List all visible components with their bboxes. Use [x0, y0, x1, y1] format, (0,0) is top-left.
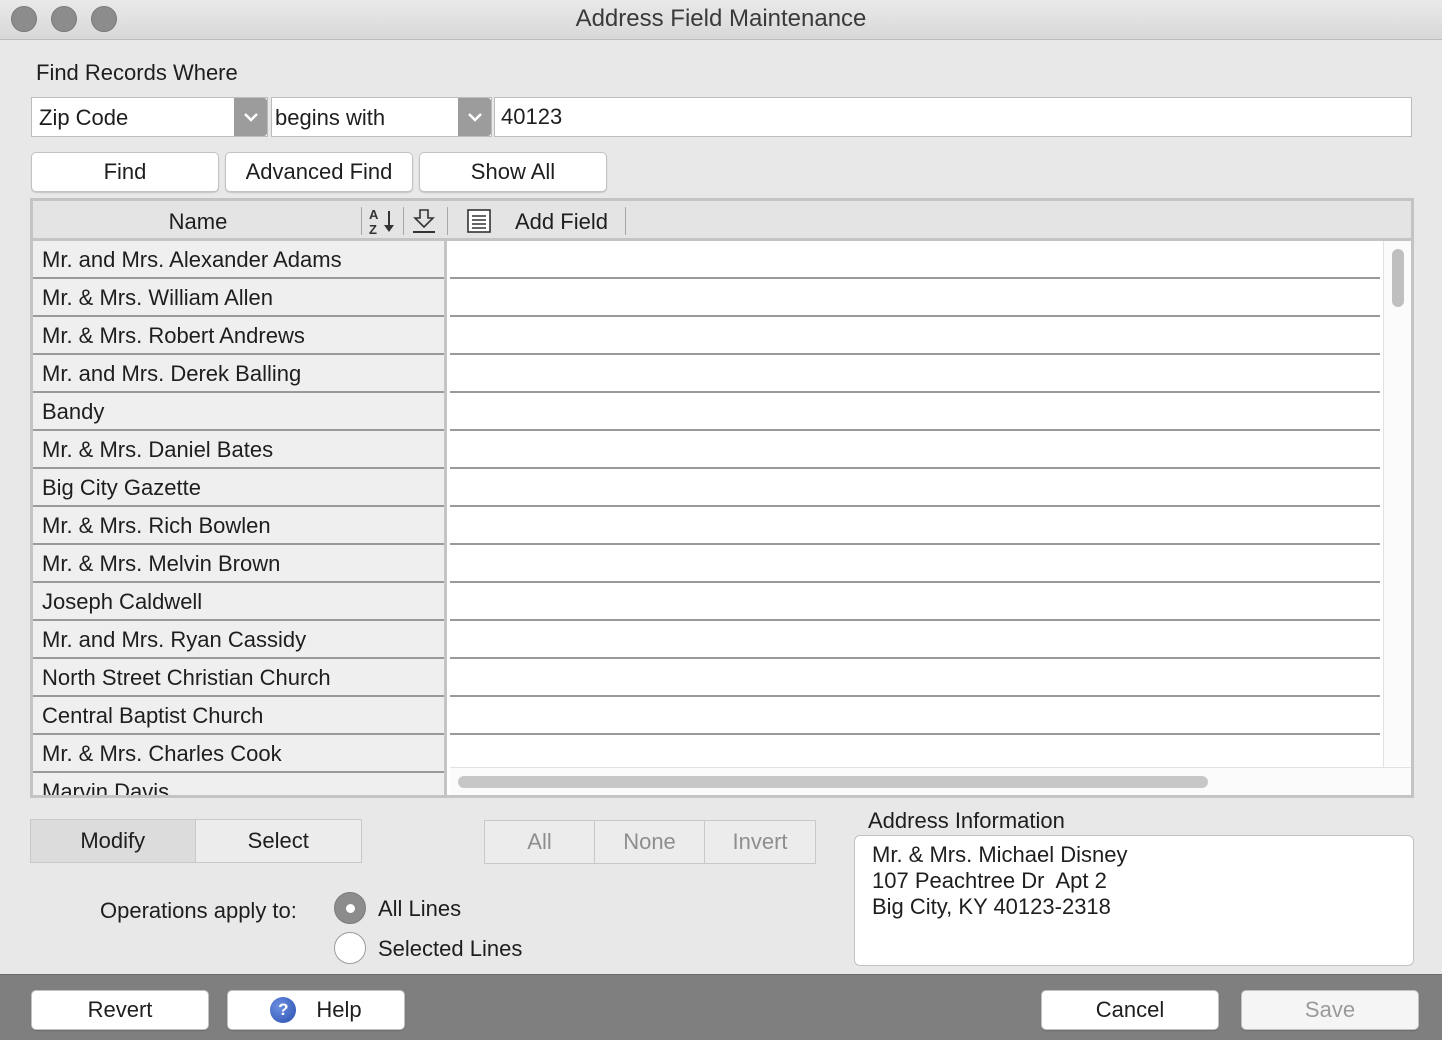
table-row[interactable]: Bandy	[33, 393, 444, 431]
address-heading: Address Information	[868, 808, 1065, 833]
header-separator	[403, 207, 404, 235]
table-row[interactable]: Mr. & Mrs. William Allen	[33, 279, 444, 317]
data-cell[interactable]	[450, 317, 1380, 355]
selection-segmented-control: All None Invert	[484, 820, 816, 864]
data-cell[interactable]	[450, 583, 1380, 621]
search-value-input[interactable]	[494, 97, 1412, 137]
advanced-find-button[interactable]: Advanced Find	[225, 152, 413, 192]
all-lines-label[interactable]: All Lines	[378, 896, 461, 922]
data-cell[interactable]	[450, 659, 1380, 697]
all-lines-radio[interactable]	[334, 892, 366, 924]
data-cell[interactable]	[450, 469, 1380, 507]
select-segment[interactable]: Select	[196, 820, 362, 862]
header-separator	[447, 207, 448, 235]
grid-header: Name A Z Add Field	[33, 201, 1411, 241]
add-field-header[interactable]: Add Field	[515, 209, 608, 235]
table-row[interactable]: Mr. & Mrs. Melvin Brown	[33, 545, 444, 583]
select-none-segment[interactable]: None	[595, 821, 705, 863]
chevron-down-icon	[234, 98, 267, 136]
selected-lines-radio[interactable]	[334, 932, 366, 964]
mode-segmented-control: Modify Select	[30, 819, 362, 863]
table-row[interactable]: Mr. & Mrs. Charles Cook	[33, 735, 444, 773]
data-cell[interactable]	[450, 393, 1380, 431]
vertical-scroll-thumb[interactable]	[1392, 249, 1404, 307]
svg-text:A: A	[369, 207, 379, 222]
sort-az-icon[interactable]: A Z	[367, 205, 399, 243]
table-row[interactable]: Mr. and Mrs. Ryan Cassidy	[33, 621, 444, 659]
data-cell[interactable]	[450, 621, 1380, 659]
address-info-box: Mr. & Mrs. Michael Disney 107 Peachtree …	[854, 835, 1414, 966]
table-row[interactable]: Mr. & Mrs. Daniel Bates	[33, 431, 444, 469]
find-button[interactable]: Find	[31, 152, 219, 192]
invert-selection-segment[interactable]: Invert	[705, 821, 815, 863]
table-row[interactable]: Central Baptist Church	[33, 697, 444, 735]
field-select-value: Zip Code	[39, 105, 129, 130]
name-column: Mr. and Mrs. Alexander Adams Mr. & Mrs. …	[33, 241, 447, 795]
move-down-icon[interactable]	[409, 206, 439, 242]
data-cell[interactable]	[450, 697, 1380, 735]
address-line-2: 107 Peachtree Dr Apt 2	[872, 868, 1107, 893]
data-cell[interactable]	[450, 735, 1380, 767]
data-cell[interactable]	[450, 241, 1380, 279]
revert-button[interactable]: Revert	[31, 990, 209, 1030]
select-all-segment[interactable]: All	[485, 821, 595, 863]
table-row[interactable]: Mr. & Mrs. Robert Andrews	[33, 317, 444, 355]
horizontal-scroll-thumb[interactable]	[458, 776, 1208, 788]
data-cell[interactable]	[450, 279, 1380, 317]
records-grid: Name A Z Add Field Mr. and Mrs. Alexande…	[30, 198, 1414, 798]
field-select[interactable]: Zip Code	[31, 97, 268, 137]
address-line-3: Big City, KY 40123-2318	[872, 894, 1111, 919]
header-separator	[361, 207, 362, 235]
operations-label: Operations apply to:	[100, 898, 297, 923]
data-cell[interactable]	[450, 355, 1380, 393]
cancel-button[interactable]: Cancel	[1041, 990, 1219, 1030]
help-button[interactable]: ? Help	[227, 990, 405, 1030]
find-heading: Find Records Where	[36, 60, 238, 85]
data-cell[interactable]	[450, 431, 1380, 469]
vertical-scrollbar[interactable]	[1383, 241, 1411, 768]
window-title: Address Field Maintenance	[575, 5, 867, 32]
show-all-button[interactable]: Show All	[419, 152, 607, 192]
selected-lines-label[interactable]: Selected Lines	[378, 936, 522, 962]
name-column-header[interactable]: Name	[33, 209, 363, 235]
operator-select-value: begins with	[275, 105, 386, 130]
table-row[interactable]: Marvin Davis	[33, 773, 444, 795]
modify-segment[interactable]: Modify	[31, 820, 196, 862]
data-cell[interactable]	[450, 507, 1380, 545]
address-line-1: Mr. & Mrs. Michael Disney	[872, 842, 1128, 867]
header-separator	[625, 207, 626, 235]
help-icon: ?	[270, 997, 297, 1023]
table-row[interactable]: Joseph Caldwell	[33, 583, 444, 621]
operator-select[interactable]: begins with	[271, 97, 492, 137]
title-bar: Address Field Maintenance	[0, 0, 1442, 40]
list-icon[interactable]	[465, 207, 493, 241]
table-row[interactable]: Mr. and Mrs. Derek Balling	[33, 355, 444, 393]
field-data-column	[450, 241, 1380, 767]
save-button[interactable]: Save	[1241, 990, 1419, 1030]
table-row[interactable]: Mr. and Mrs. Alexander Adams	[33, 241, 444, 279]
chevron-down-icon	[458, 98, 491, 136]
horizontal-scrollbar[interactable]	[450, 767, 1411, 795]
table-row[interactable]: Mr. & Mrs. Rich Bowlen	[33, 507, 444, 545]
table-row[interactable]: Big City Gazette	[33, 469, 444, 507]
bottom-bar	[0, 974, 1442, 1040]
svg-text:Z: Z	[369, 222, 377, 237]
data-cell[interactable]	[450, 545, 1380, 583]
table-row[interactable]: North Street Christian Church	[33, 659, 444, 697]
help-button-label: Help	[316, 997, 362, 1022]
